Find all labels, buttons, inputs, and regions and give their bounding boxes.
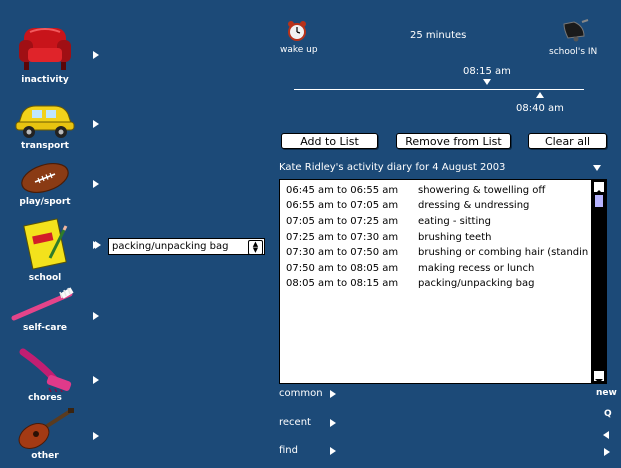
category-transport[interactable]: transport <box>10 100 80 151</box>
common-arrow[interactable] <box>330 390 336 398</box>
armchair-icon <box>19 28 71 70</box>
start-time-label: 08:15 am <box>463 66 511 77</box>
car-icon <box>15 105 75 138</box>
entry-time: 07:05 am to 07:25 am <box>286 216 399 227</box>
activity-select[interactable]: packing/unpacking bag ▲ ▼ <box>108 238 265 255</box>
category-label: school <box>28 273 62 283</box>
category-inactivity[interactable]: inactivity <box>10 22 80 85</box>
football-icon <box>21 162 69 194</box>
select-stepper-icon[interactable]: ▲ ▼ <box>248 240 263 255</box>
common-link[interactable]: common <box>279 388 323 399</box>
end-time-label: 08:40 am <box>516 103 564 114</box>
entry-activity: making recess or lunch <box>418 263 535 274</box>
entry-time: 07:50 am to 08:05 am <box>286 263 399 274</box>
add-to-list-button[interactable]: Add to List <box>281 133 378 149</box>
clear-all-button[interactable]: Clear all <box>528 133 607 149</box>
category-arrow[interactable] <box>93 180 99 188</box>
entry-time: 06:55 am to 07:05 am <box>286 200 399 211</box>
category-arrow[interactable] <box>93 312 99 320</box>
category-label: transport <box>21 141 69 151</box>
entry-time: 07:30 am to 07:50 am <box>286 247 399 258</box>
scrub-brush-icon <box>19 348 72 392</box>
entry-activity: dressing & undressing <box>418 200 530 211</box>
category-label: inactivity <box>21 75 69 85</box>
activity-select-value: packing/unpacking bag <box>112 241 229 252</box>
scroll-down-icon <box>595 379 603 383</box>
category-arrow[interactable] <box>93 120 99 128</box>
scroll-down-button[interactable] <box>593 370 605 383</box>
category-label: self-care <box>23 323 67 333</box>
entry-time: 07:25 am to 07:30 am <box>286 232 399 243</box>
entry-activity: eating - sitting <box>418 216 491 227</box>
scroll-thumb[interactable] <box>594 194 604 208</box>
entry-activity: brushing teeth <box>418 232 492 243</box>
category-chores[interactable]: chores <box>10 346 80 403</box>
find-link[interactable]: find <box>279 445 298 456</box>
category-label: other <box>31 451 59 461</box>
entry-time: 06:45 am to 06:55 am <box>286 185 399 196</box>
forward-arrow-icon[interactable] <box>604 448 610 456</box>
entry-activity: brushing or combing hair (standin <box>418 247 589 258</box>
alarm-clock-icon <box>288 21 306 41</box>
select-pointer-arrow <box>95 241 101 249</box>
category-arrow[interactable] <box>93 376 99 384</box>
entry-activity: packing/unpacking bag <box>418 278 535 289</box>
recent-arrow[interactable] <box>330 419 336 427</box>
remove-from-list-button[interactable]: Remove from List <box>396 133 511 149</box>
diary-title: Kate Ridley's activity diary for 4 Augus… <box>279 162 506 173</box>
category-other[interactable]: other <box>10 406 80 461</box>
category-play-sport[interactable]: play/sport <box>10 160 80 207</box>
back-arrow-icon[interactable] <box>603 431 609 439</box>
scroll-up-button[interactable] <box>593 181 605 194</box>
school-book-icon <box>23 218 68 270</box>
search-q-button[interactable]: Q <box>604 409 612 419</box>
school-in-label: school's IN <box>549 47 598 57</box>
start-time-marker[interactable] <box>483 79 491 85</box>
timeline-bar <box>294 89 584 90</box>
guitar-icon <box>18 408 74 449</box>
diary-dropdown-arrow[interactable] <box>593 165 601 171</box>
recent-link[interactable]: recent <box>279 417 311 428</box>
category-school[interactable]: school <box>10 218 80 283</box>
diary-list[interactable]: 06:45 am to 06:55 am showering & towelli… <box>279 179 607 384</box>
entry-time: 08:05 am to 08:15 am <box>286 278 399 289</box>
end-time-marker[interactable] <box>536 92 544 98</box>
entry-activity: showering & towelling off <box>418 185 546 196</box>
diary-scrollbar[interactable] <box>591 180 606 383</box>
category-label: chores <box>28 393 62 403</box>
new-button[interactable]: new <box>596 388 617 398</box>
wake-up-label: wake up <box>280 45 318 55</box>
category-self-care[interactable]: self-care <box>10 286 80 333</box>
find-arrow[interactable] <box>330 447 336 455</box>
duration-label: 25 minutes <box>410 30 467 41</box>
category-arrow[interactable] <box>93 432 99 440</box>
school-bell-icon <box>563 19 589 42</box>
toothbrush-icon <box>11 287 74 321</box>
category-arrow[interactable] <box>93 51 99 59</box>
category-label: play/sport <box>19 197 71 207</box>
